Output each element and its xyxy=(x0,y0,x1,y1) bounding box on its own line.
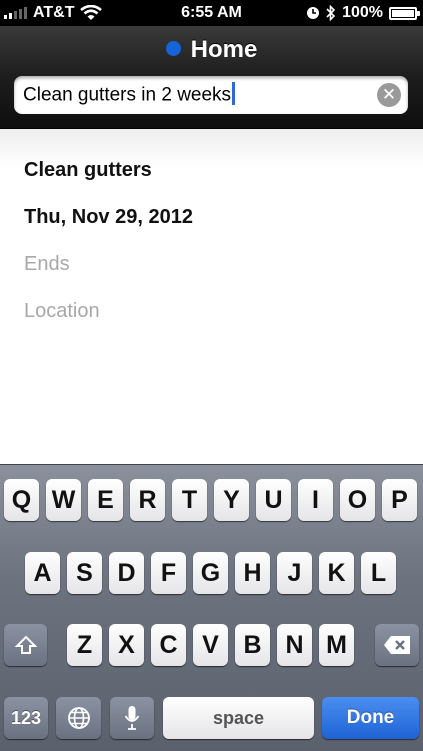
key-r[interactable]: R xyxy=(130,479,165,521)
key-n[interactable]: N xyxy=(277,624,312,666)
numbers-key[interactable]: 123 xyxy=(4,697,48,739)
key-w[interactable]: W xyxy=(46,479,81,521)
key-a[interactable]: A xyxy=(25,552,60,594)
battery-icon xyxy=(389,6,420,20)
space-key[interactable]: space xyxy=(163,697,314,739)
key-h[interactable]: H xyxy=(235,552,270,594)
key-t[interactable]: T xyxy=(172,479,207,521)
globe-icon xyxy=(67,707,90,729)
event-entry-value: Clean gutters in 2 weeks xyxy=(23,82,236,107)
clear-text-button[interactable]: ✕ xyxy=(377,83,401,107)
key-c[interactable]: C xyxy=(151,624,186,666)
event-preview: Clean gutters Thu, Nov 29, 2012 Ends Loc… xyxy=(0,129,423,464)
text-cursor xyxy=(232,82,236,105)
location-field[interactable]: Location xyxy=(24,300,100,323)
key-d[interactable]: D xyxy=(109,552,144,594)
key-m[interactable]: M xyxy=(319,624,354,666)
calendar-selector[interactable]: Home xyxy=(0,36,423,64)
header-bar: Home Clean gutters in 2 weeks ✕ xyxy=(0,26,423,129)
clear-x-icon: ✕ xyxy=(381,85,397,104)
dictation-key[interactable] xyxy=(110,697,154,739)
key-s[interactable]: S xyxy=(67,552,102,594)
done-key[interactable]: Done xyxy=(322,697,419,739)
event-entry-input[interactable]: Clean gutters in 2 weeks ✕ xyxy=(14,76,408,114)
key-z[interactable]: Z xyxy=(67,624,102,666)
event-title: Clean gutters xyxy=(24,159,152,181)
key-u[interactable]: U xyxy=(256,479,291,521)
key-q[interactable]: Q xyxy=(4,479,39,521)
key-j[interactable]: J xyxy=(277,552,312,594)
page-title: Home xyxy=(190,36,258,63)
key-v[interactable]: V xyxy=(193,624,228,666)
ends-field[interactable]: Ends xyxy=(24,253,70,276)
key-g[interactable]: G xyxy=(193,552,228,594)
key-k[interactable]: K xyxy=(319,552,354,594)
calendar-color-dot-icon xyxy=(165,41,181,57)
microphone-icon xyxy=(124,706,140,730)
globe-key[interactable] xyxy=(56,697,101,739)
key-e[interactable]: E xyxy=(88,479,123,521)
key-o[interactable]: O xyxy=(340,479,375,521)
battery-level-fill xyxy=(392,9,414,17)
bluetooth-icon xyxy=(326,5,336,21)
battery-percent: 100% xyxy=(342,4,383,21)
key-y[interactable]: Y xyxy=(214,479,249,521)
key-b[interactable]: B xyxy=(235,624,270,666)
status-bar-right: 100% xyxy=(306,4,420,22)
backspace-icon xyxy=(384,636,410,654)
backspace-key[interactable] xyxy=(375,624,419,666)
shift-arrow-icon xyxy=(14,635,37,654)
key-l[interactable]: L xyxy=(361,552,396,594)
keyboard: 123 space Done QWERTYUIOP ASDFGHJKL ZXCVBN… xyxy=(0,464,423,751)
shift-key[interactable] xyxy=(4,624,47,666)
key-f[interactable]: F xyxy=(151,552,186,594)
key-p[interactable]: P xyxy=(382,479,417,521)
status-bar: AT&T 6:55 AM 100% xyxy=(0,0,423,26)
event-date: Thu, Nov 29, 2012 xyxy=(24,206,193,228)
alarm-clock-icon xyxy=(307,7,320,19)
key-i[interactable]: I xyxy=(298,479,333,521)
key-x[interactable]: X xyxy=(109,624,144,666)
